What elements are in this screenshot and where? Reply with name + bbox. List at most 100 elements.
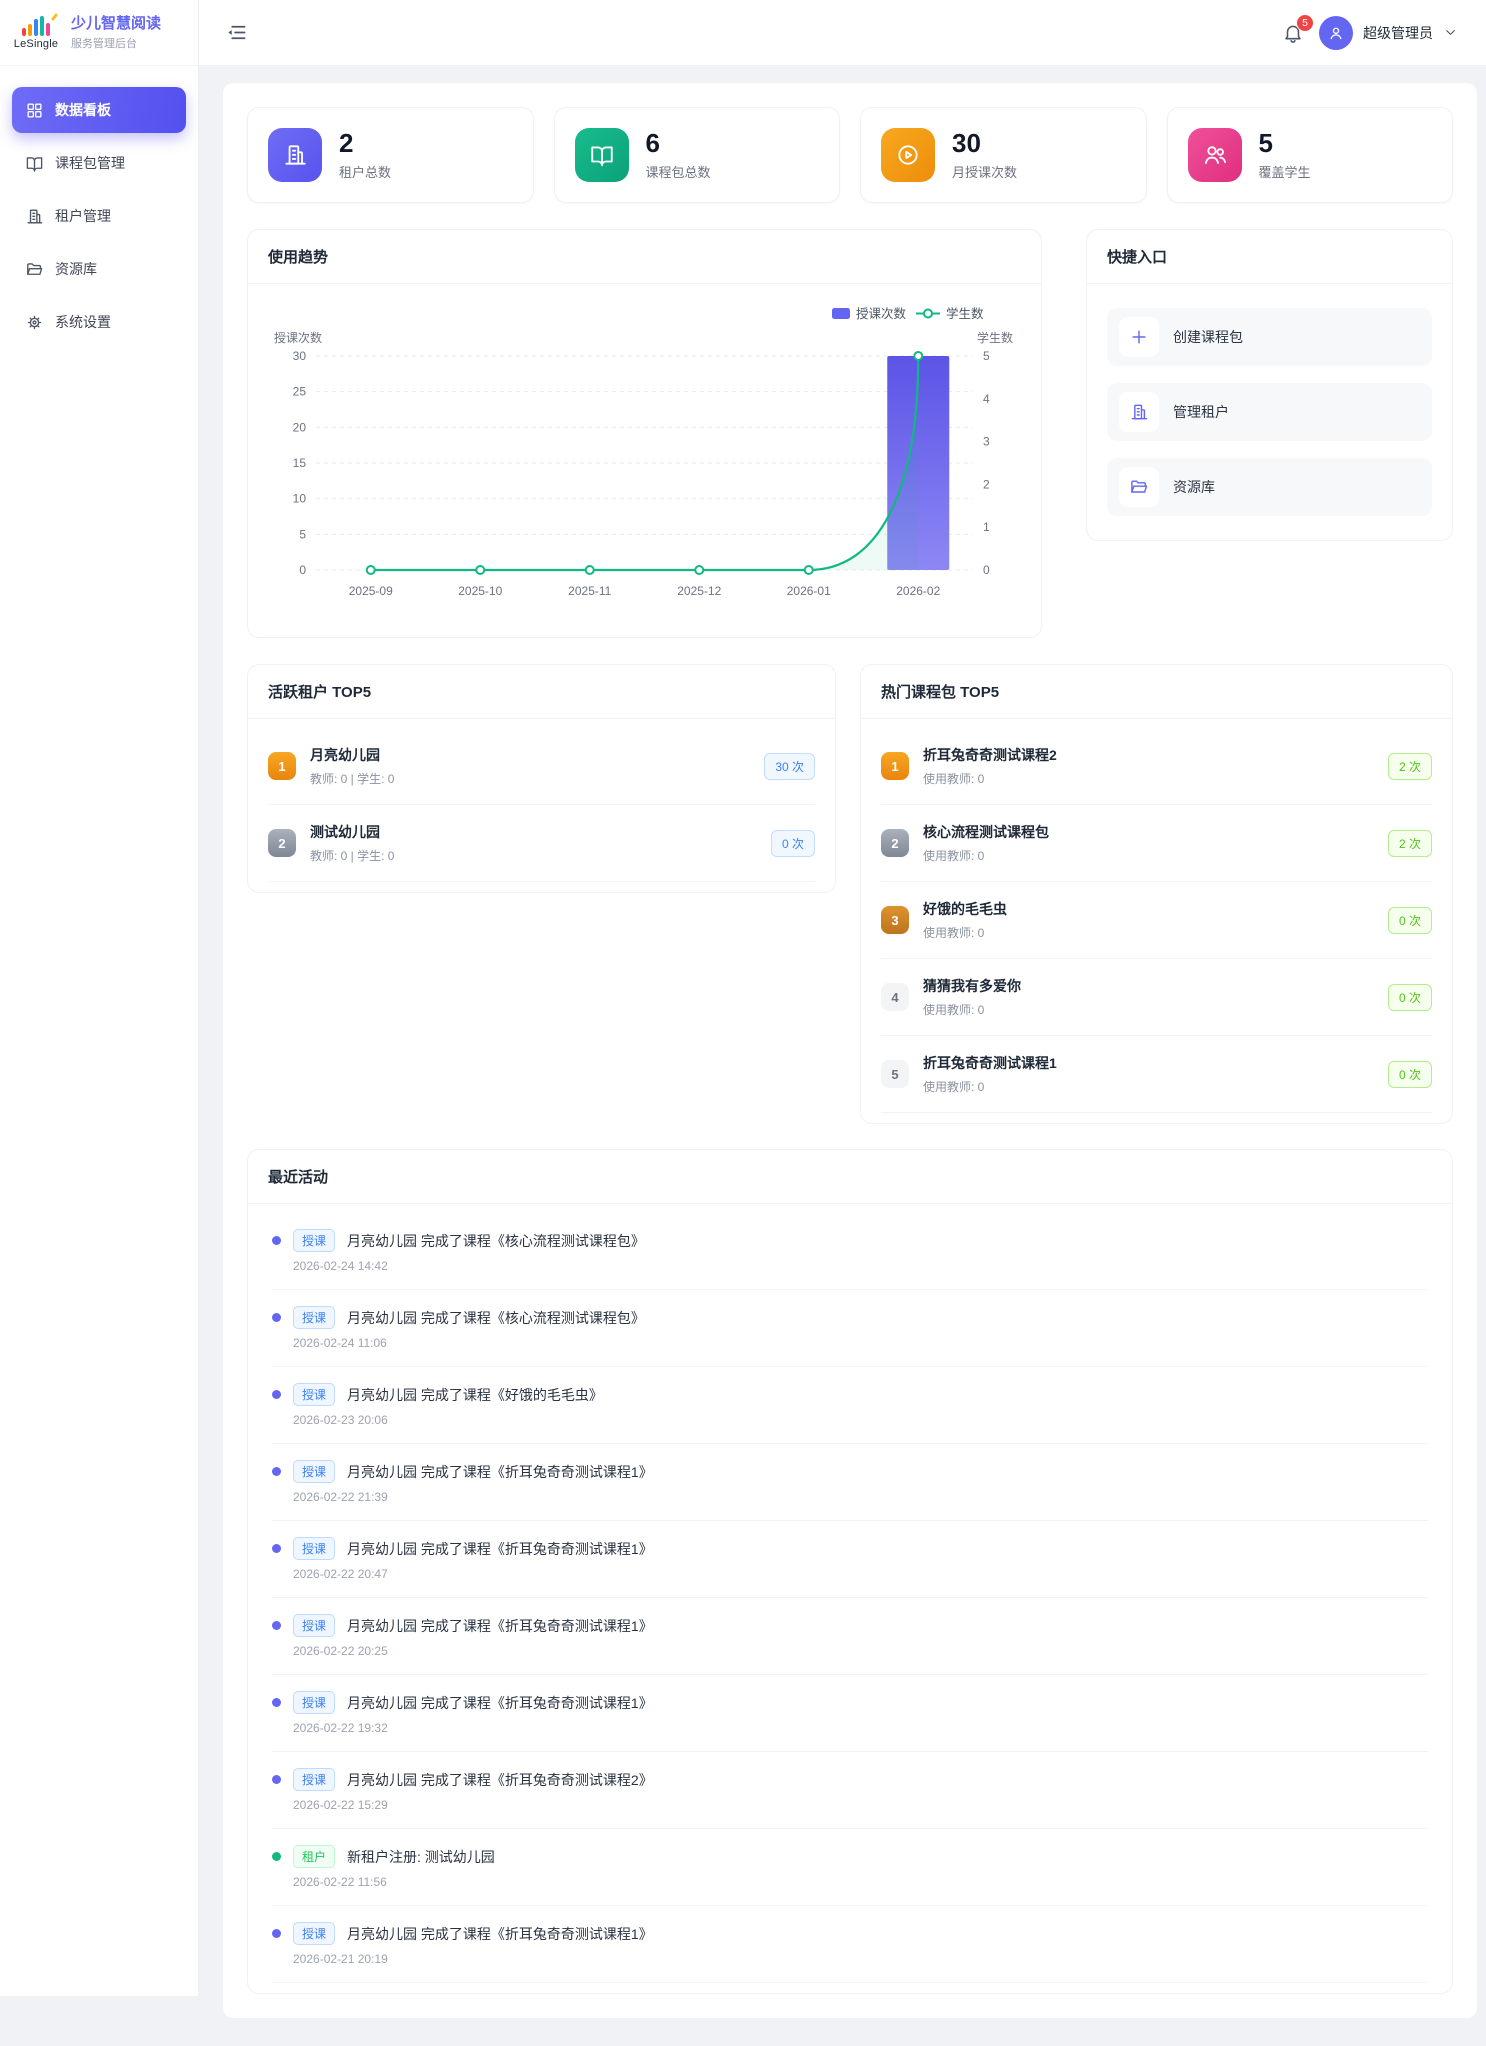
plus-icon bbox=[1129, 327, 1149, 347]
avatar bbox=[1319, 16, 1353, 50]
activity-text: 月亮幼儿园 完成了课程《核心流程测试课程包》 bbox=[347, 1308, 645, 1328]
activity-text: 月亮幼儿园 完成了课程《核心流程测试课程包》 bbox=[347, 1231, 645, 1251]
activity-time: 2026-02-22 20:47 bbox=[272, 1567, 1428, 1581]
sidebar-item[interactable]: 资源库 bbox=[12, 246, 186, 292]
svg-text:25: 25 bbox=[293, 385, 307, 399]
stat-value: 30 bbox=[952, 129, 1017, 158]
svg-text:0: 0 bbox=[983, 563, 990, 577]
quick-links-card: 快捷入口 创建课程包 bbox=[1086, 229, 1453, 541]
activity-type-badge: 授课 bbox=[293, 1460, 335, 1483]
tenant-name: 测试幼儿园 bbox=[310, 822, 757, 842]
count-pill: 2 次 bbox=[1388, 753, 1432, 780]
count-pill: 0 次 bbox=[1388, 1061, 1432, 1088]
quick-link-label: 资源库 bbox=[1173, 477, 1215, 497]
sidebar-item[interactable]: 系统设置 bbox=[12, 299, 186, 345]
count-pill: 30 次 bbox=[764, 753, 815, 780]
notification-bell[interactable]: 5 bbox=[1282, 22, 1304, 44]
activity-text: 月亮幼儿园 完成了课程《折耳兔奇奇测试课程1》 bbox=[347, 1616, 653, 1636]
hot-packages-title: 热门课程包 TOP5 bbox=[861, 665, 1452, 719]
tenant-row: 2 测试幼儿园 教师: 0 | 学生: 0 0 次 bbox=[268, 805, 815, 882]
activity-type-badge: 授课 bbox=[293, 1691, 335, 1714]
sidebar-item[interactable]: 租户管理 bbox=[12, 193, 186, 239]
activity-dot bbox=[272, 1390, 281, 1399]
hot-packages-list: 1 折耳兔奇奇测试课程2 使用教师: 0 2 次 2 核心流程测试课程包 bbox=[861, 719, 1452, 1123]
stat-label: 覆盖学生 bbox=[1259, 162, 1311, 181]
package-meta: 使用教师: 0 bbox=[923, 1078, 1374, 1095]
package-row: 3 好饿的毛毛虫 使用教师: 0 0 次 bbox=[881, 882, 1432, 959]
svg-text:15: 15 bbox=[293, 456, 307, 470]
activity-dot bbox=[272, 1698, 281, 1707]
sidebar-item-label: 数据看板 bbox=[55, 100, 111, 120]
activity-row: 授课 月亮幼儿园 完成了课程《折耳兔奇奇测试课程1》 2026-02-21 20… bbox=[272, 1906, 1428, 1983]
count-pill: 0 次 bbox=[1388, 907, 1432, 934]
rank-badge: 1 bbox=[881, 752, 909, 780]
recent-activities-title: 最近活动 bbox=[248, 1150, 1452, 1204]
quick-link-label: 管理租户 bbox=[1173, 402, 1229, 422]
package-meta: 使用教师: 0 bbox=[923, 770, 1374, 787]
svg-text:4: 4 bbox=[983, 392, 990, 406]
activity-text: 月亮幼儿园 完成了课程《折耳兔奇奇测试课程1》 bbox=[347, 1462, 653, 1482]
quick-link[interactable]: 资源库 bbox=[1107, 458, 1432, 516]
svg-text:20: 20 bbox=[293, 420, 307, 434]
sidebar-item[interactable]: 课程包管理 bbox=[12, 140, 186, 186]
quick-link-icon-box bbox=[1119, 392, 1159, 432]
building-icon bbox=[282, 142, 308, 168]
sidebar-menu: 数据看板 课程包管理 租户管理 资源库 系统设置 bbox=[0, 66, 198, 373]
activity-type-badge: 授课 bbox=[293, 1537, 335, 1560]
package-name: 好饿的毛毛虫 bbox=[923, 899, 1374, 919]
tenant-meta: 教师: 0 | 学生: 0 bbox=[310, 847, 757, 864]
rank-badge: 5 bbox=[881, 1060, 909, 1088]
svg-text:30: 30 bbox=[293, 349, 307, 363]
users-icon bbox=[1202, 142, 1228, 168]
activity-type-badge: 授课 bbox=[293, 1614, 335, 1637]
svg-text:授课次数: 授课次数 bbox=[856, 306, 907, 321]
quick-link[interactable]: 创建课程包 bbox=[1107, 308, 1432, 366]
activity-dot bbox=[272, 1544, 281, 1553]
brand-logo: LeSingle bbox=[10, 16, 62, 50]
logo-bars-icon bbox=[22, 16, 50, 36]
chevron-down-icon bbox=[1443, 25, 1458, 40]
svg-text:2025-10: 2025-10 bbox=[458, 584, 502, 598]
svg-text:5: 5 bbox=[299, 527, 306, 541]
folder-icon bbox=[25, 260, 44, 279]
rank-badge: 1 bbox=[268, 752, 296, 780]
quick-link-icon-box bbox=[1119, 317, 1159, 357]
book-icon bbox=[589, 142, 615, 168]
sidebar-collapse-icon[interactable] bbox=[225, 21, 248, 44]
svg-text:学生数: 学生数 bbox=[977, 330, 1013, 345]
activity-row: 授课 月亮幼儿园 完成了课程《好饿的毛毛虫》 2026-02-23 20:06 bbox=[272, 1367, 1428, 1444]
activity-type-badge: 授课 bbox=[293, 1383, 335, 1406]
rank-badge: 2 bbox=[268, 829, 296, 857]
activity-time: 2026-02-24 14:42 bbox=[272, 1259, 1428, 1273]
folder-icon bbox=[1129, 477, 1149, 497]
svg-text:授课次数: 授课次数 bbox=[274, 330, 322, 345]
activity-time: 2026-02-22 21:39 bbox=[272, 1490, 1428, 1504]
quick-link[interactable]: 管理租户 bbox=[1107, 383, 1432, 441]
sidebar-item[interactable]: 数据看板 bbox=[12, 87, 186, 133]
activity-time: 2026-02-24 11:06 bbox=[272, 1336, 1428, 1350]
user-menu[interactable]: 超级管理员 bbox=[1319, 16, 1458, 50]
active-tenants-card: 活跃租户 TOP5 1 月亮幼儿园 教师: 0 | 学生: 0 30 次 bbox=[247, 664, 836, 893]
top-header: 5 超级管理员 bbox=[199, 0, 1486, 66]
quick-link-label: 创建课程包 bbox=[1173, 327, 1243, 347]
count-pill: 0 次 bbox=[1388, 984, 1432, 1011]
activity-text: 月亮幼儿园 完成了课程《折耳兔奇奇测试课程1》 bbox=[347, 1539, 653, 1559]
sidebar-item-label: 系统设置 bbox=[55, 312, 111, 332]
activity-dot bbox=[272, 1929, 281, 1938]
package-row: 2 核心流程测试课程包 使用教师: 0 2 次 bbox=[881, 805, 1432, 882]
activity-time: 2026-02-23 20:06 bbox=[272, 1413, 1428, 1427]
package-row: 4 猜猜我有多爱你 使用教师: 0 0 次 bbox=[881, 959, 1432, 1036]
person-icon bbox=[1327, 24, 1345, 42]
brand: LeSingle 少儿智慧阅读 服务管理后台 bbox=[0, 0, 198, 66]
rank-badge: 3 bbox=[881, 906, 909, 934]
svg-text:0: 0 bbox=[299, 563, 306, 577]
activity-dot bbox=[272, 1313, 281, 1322]
package-name: 猜猜我有多爱你 bbox=[923, 976, 1374, 996]
notification-badge: 5 bbox=[1296, 14, 1314, 32]
svg-text:学生数: 学生数 bbox=[946, 306, 984, 321]
active-tenants-list: 1 月亮幼儿园 教师: 0 | 学生: 0 30 次 2 测试幼儿园 bbox=[248, 719, 835, 892]
svg-text:3: 3 bbox=[983, 435, 990, 449]
activity-dot bbox=[272, 1621, 281, 1630]
dashboard-icon bbox=[25, 101, 44, 120]
svg-text:2026-02: 2026-02 bbox=[896, 584, 940, 598]
